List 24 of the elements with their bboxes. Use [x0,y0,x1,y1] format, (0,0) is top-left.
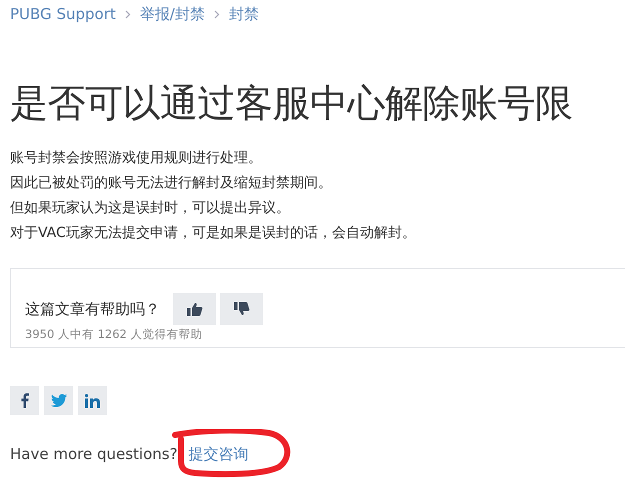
breadcrumb-link[interactable]: PUBG Support [10,5,116,23]
thumbs-up-button[interactable] [173,293,216,325]
thumbs-down-icon [234,302,250,316]
article-text: 因此已被处罚的账号无法进行解封及缩短封禁期间。 [10,174,333,193]
article-title: 是否可以通过客服中心解除账号限 [10,80,574,127]
twitter-share-button[interactable] [44,386,73,415]
vote-count: 3950 人中有 1262 人觉得有帮助 [25,327,204,342]
thumbs-up-icon [186,302,202,316]
thumbs-down-button[interactable] [220,293,263,325]
feedback-question: 这篇文章有帮助吗？ [25,300,160,318]
facebook-share-button[interactable] [10,386,39,415]
twitter-icon [50,394,66,407]
submit-request-link[interactable]: 提交咨询 [188,445,249,464]
article-text: 账号封禁会按照游戏使用规则进行处理。 [10,149,263,168]
article-text: 对于VAC玩家无法提交申请，可是如果是误封的话，会自动解封。 [10,224,417,243]
footer-prompt: Have more questions? [10,445,178,463]
breadcrumb-link[interactable]: 举报/封禁 [140,4,205,24]
linkedin-icon [85,394,100,408]
facebook-icon [20,393,28,408]
article-text: 但如果玩家认为这是误封时，可以提出异议。 [10,199,291,218]
breadcrumb-link[interactable]: 封禁 [228,4,259,24]
chevron-icon [124,10,131,18]
chevron-icon [214,10,220,18]
linkedin-share-button[interactable] [78,386,107,415]
